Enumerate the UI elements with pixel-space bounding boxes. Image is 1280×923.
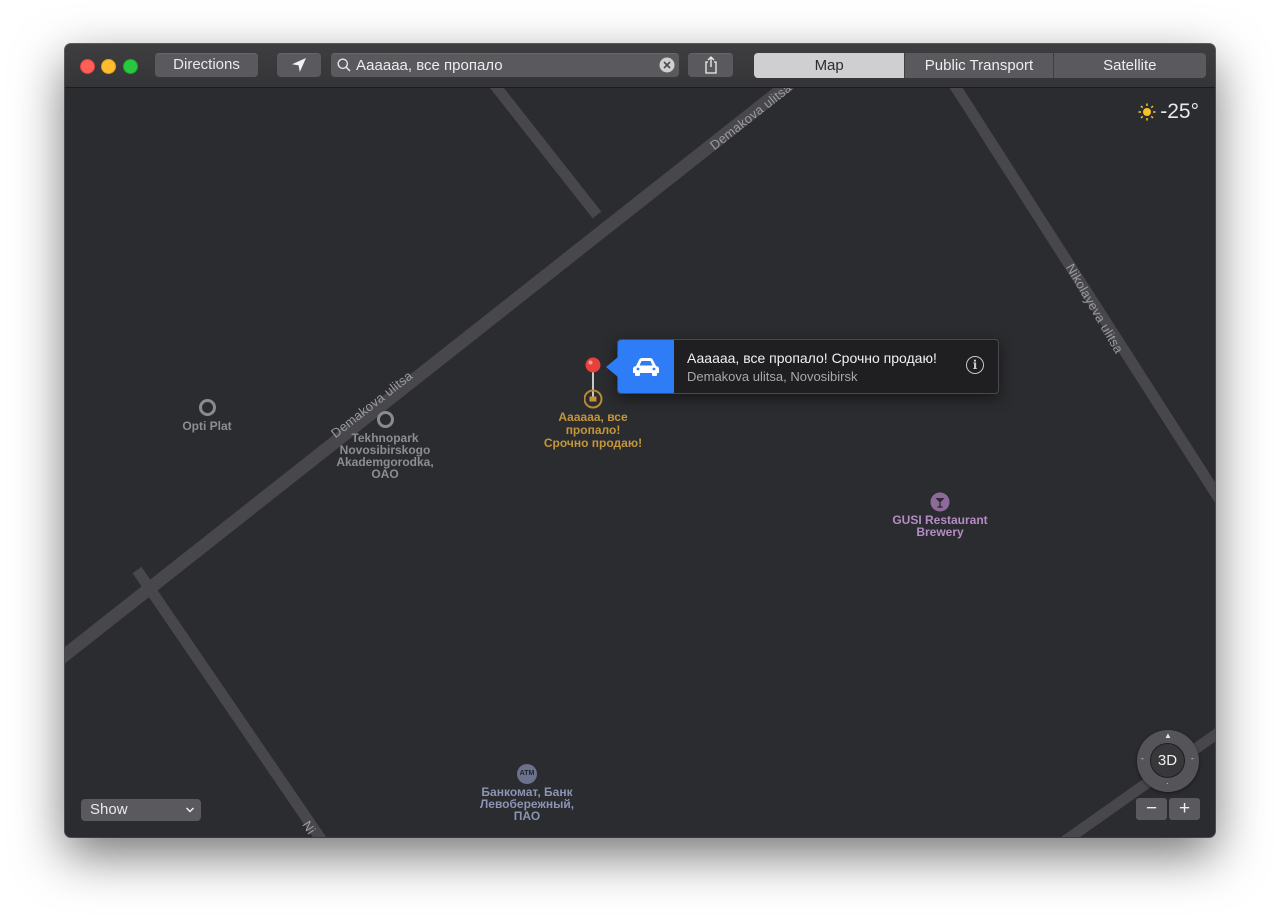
current-location-button[interactable]	[277, 53, 321, 77]
callout-title: Аааааа, все пропало! Срочно продаю!	[687, 350, 937, 366]
pin-label-line: Срочно продаю!	[543, 436, 643, 450]
poi-atm[interactable]: ATM Банкомат, Банк Левобережный, ПАО	[467, 764, 587, 822]
compass-3d-control[interactable]: ▲ - - · 3D	[1137, 730, 1199, 792]
poi-tekhnopark[interactable]: Tekhnopark Novosibirskogo Akademgorodka,…	[325, 411, 445, 480]
poi-label: Opti Plat	[182, 419, 232, 433]
map-type-selector: Map Public Transport Satellite	[754, 53, 1206, 78]
search-input[interactable]	[356, 53, 656, 77]
zoom-controls: − +	[1136, 798, 1200, 820]
weather-indicator: -25°	[1138, 100, 1199, 124]
map-canvas[interactable]: Demakova ulitsa Demakova ulitsa Nikolaye…	[65, 88, 1215, 837]
dropped-pin-icon[interactable]	[584, 357, 604, 409]
maximize-window-button[interactable]	[123, 59, 138, 74]
car-tile[interactable]	[618, 340, 674, 393]
tab-map[interactable]: Map	[754, 53, 905, 78]
minimize-window-button[interactable]	[101, 59, 116, 74]
titlebar: Directions Аааааа, все пропало Map Publi…	[65, 44, 1215, 88]
search-icon	[337, 58, 351, 72]
maps-window: Directions Аааааа, все пропало Map Publi…	[65, 44, 1215, 837]
share-button[interactable]	[688, 53, 733, 77]
info-icon[interactable]: i	[966, 356, 984, 374]
car-icon	[633, 358, 659, 376]
clear-search-icon[interactable]	[659, 57, 675, 73]
close-window-button[interactable]	[80, 59, 95, 74]
poi-marker-icon	[376, 411, 394, 428]
pin-label: Аааааа, все пропало! Срочно продаю!	[533, 411, 653, 450]
callout-pointer	[606, 357, 618, 377]
road-network	[65, 88, 1215, 837]
share-icon	[704, 56, 717, 74]
directions-button[interactable]: Directions	[155, 53, 258, 77]
atm-icon: ATM	[517, 764, 537, 784]
road-side-southwest	[132, 566, 327, 837]
poi-label-line: Brewery	[916, 525, 964, 539]
poi-gusi-restaurant[interactable]: GUSI Restaurant Brewery	[877, 492, 1003, 538]
road-side-north	[489, 88, 602, 219]
poi-marker-icon	[198, 399, 216, 416]
zoom-in-button[interactable]: +	[1169, 798, 1200, 820]
place-callout[interactable]: Аааааа, все пропало! Срочно продаю! Dema…	[606, 339, 999, 394]
tab-public-transport[interactable]: Public Transport	[904, 53, 1052, 78]
3d-button[interactable]: 3D	[1150, 743, 1185, 778]
show-dropdown-label: Show	[90, 801, 128, 818]
chevron-down-icon	[185, 807, 195, 813]
zoom-out-button[interactable]: −	[1136, 798, 1167, 820]
location-arrow-icon	[292, 58, 306, 72]
poi-label-line: ПАО	[513, 809, 541, 823]
tab-satellite[interactable]: Satellite	[1052, 53, 1206, 78]
north-arrow-icon: ▲	[1164, 731, 1172, 740]
show-dropdown[interactable]: Show	[81, 799, 201, 821]
cocktail-icon	[930, 492, 950, 512]
poi-label-line: OAO	[371, 467, 399, 481]
compass-tick-icon: ·	[1166, 779, 1169, 788]
compass-tick-icon: -	[1141, 754, 1144, 763]
search-field[interactable]	[331, 53, 679, 77]
callout-subtitle: Demakova ulitsa, Novosibirsk	[687, 369, 858, 384]
poi-opti-plat[interactable]: Opti Plat	[174, 399, 240, 432]
temperature: -25°	[1160, 100, 1199, 123]
sun-icon	[1138, 103, 1156, 121]
compass-tick-icon: -	[1191, 754, 1194, 763]
